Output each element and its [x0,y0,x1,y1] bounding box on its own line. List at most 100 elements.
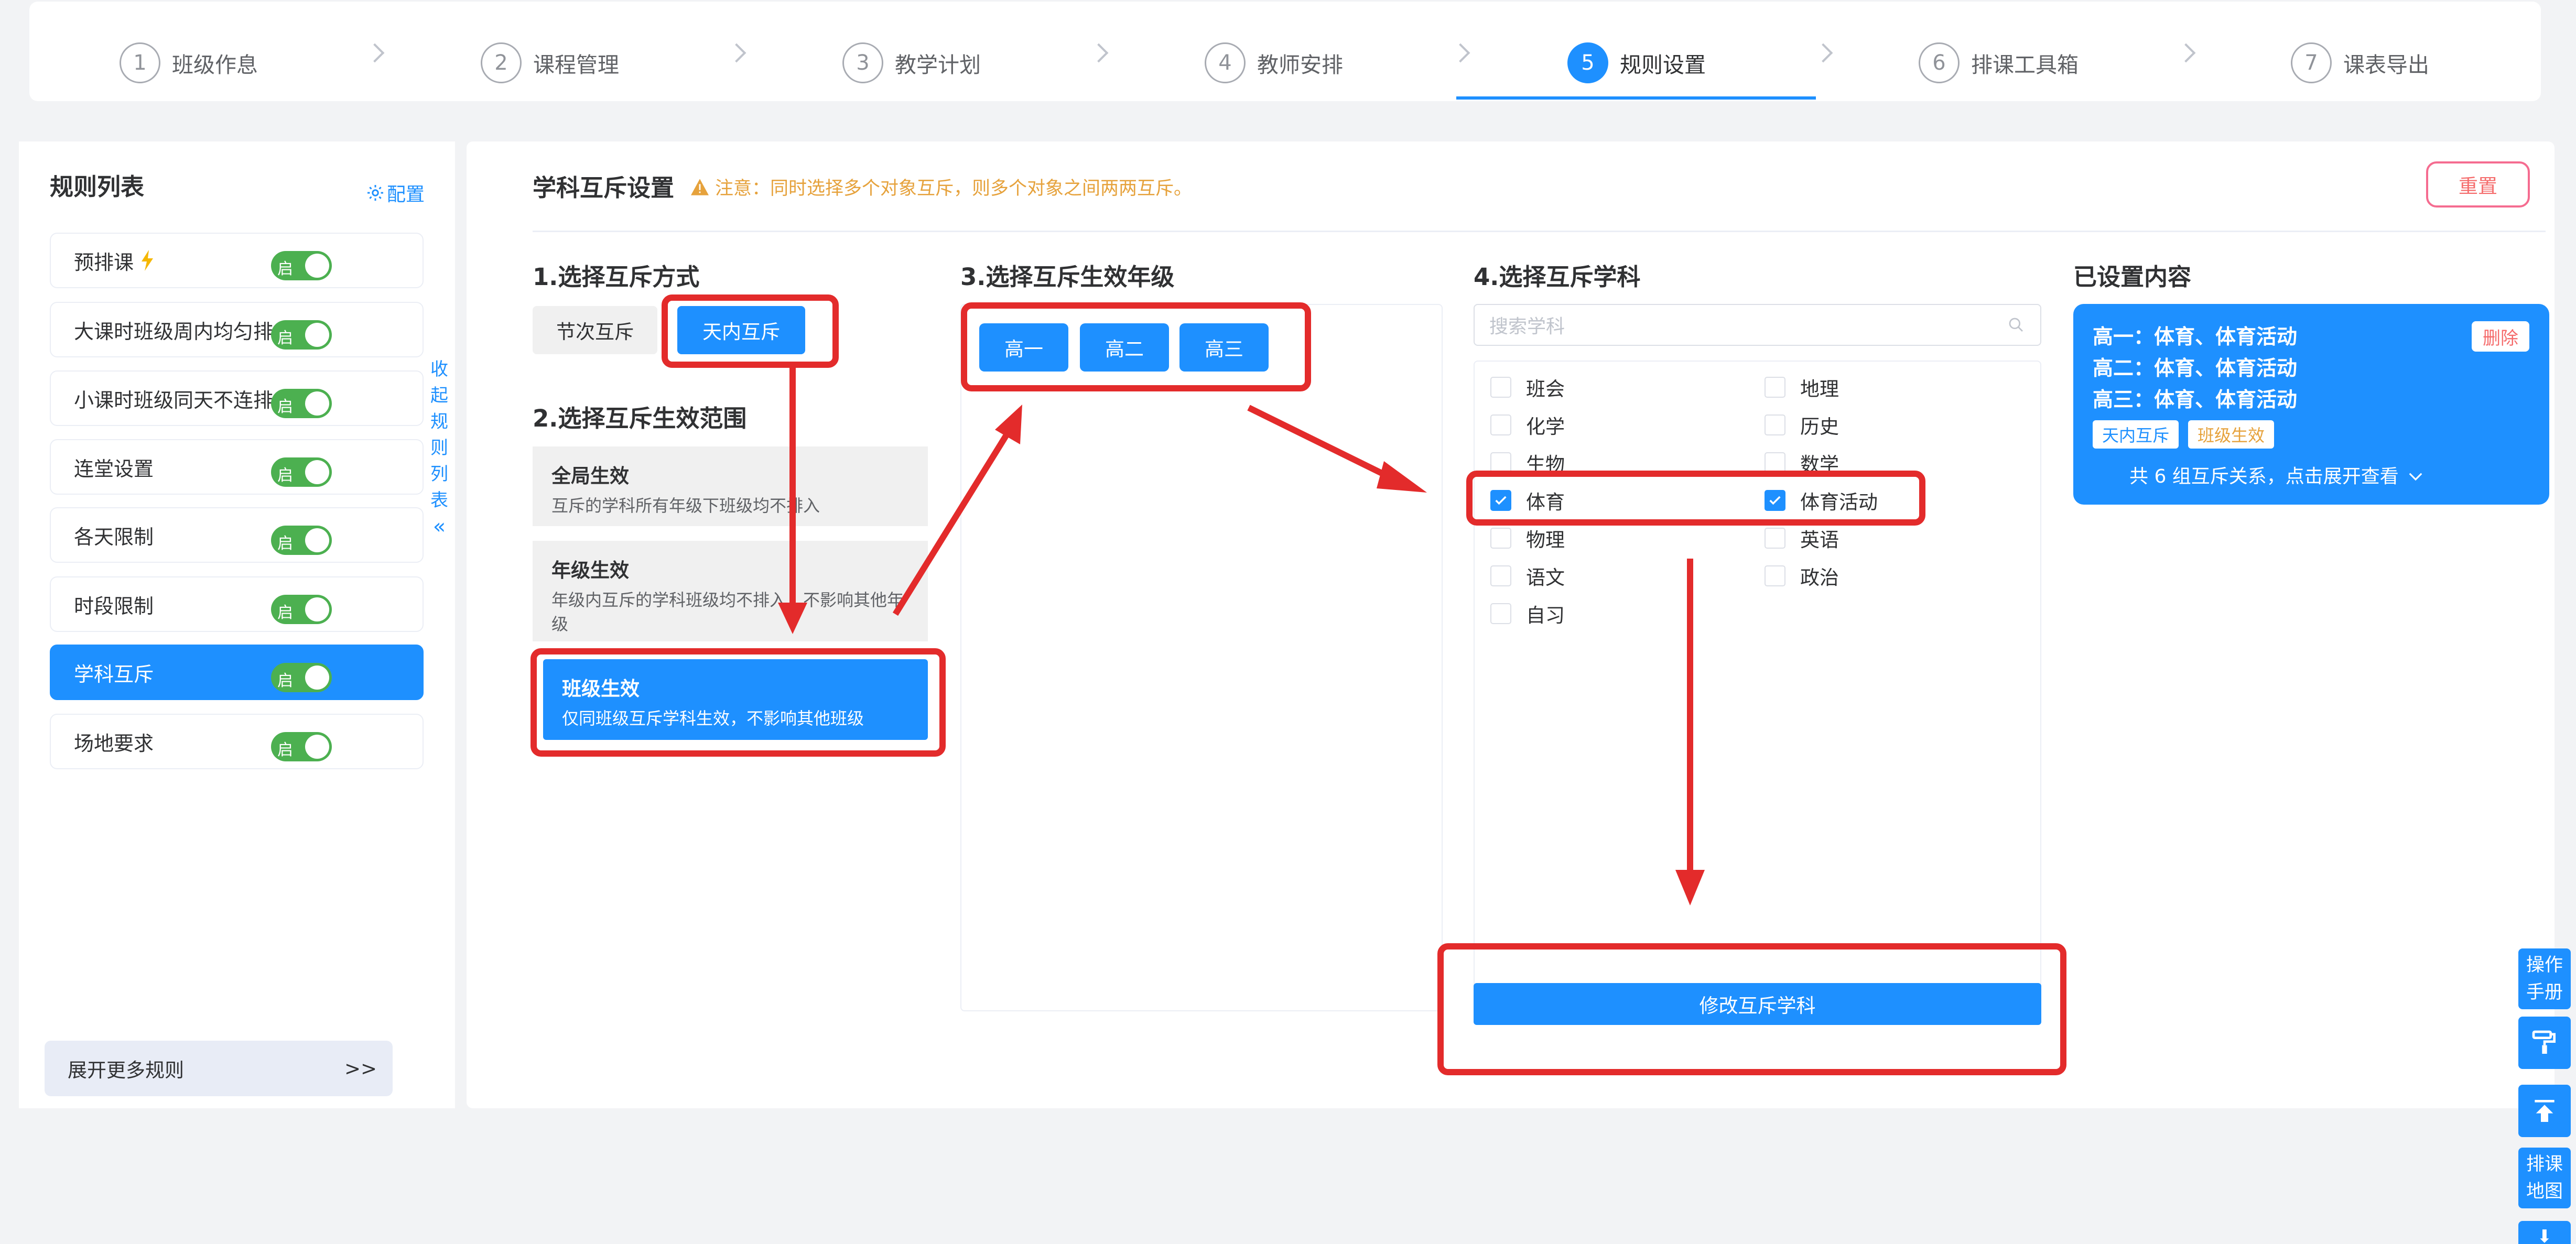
step-1[interactable]: 1 班级作息 [120,41,258,85]
warning-message: 注意：同时选择多个对象互斥，则多个对象之间两两互斥。 [691,173,1192,200]
step-6[interactable]: 6 排课工具箱 [1919,41,2079,85]
schedule-map-button[interactable]: 排课地图 [2518,1148,2571,1208]
rule-toggle[interactable]: 启 [271,663,332,692]
mode-period-mutex-button[interactable]: 节次互斥 [533,306,657,354]
step-number: 4 [1205,42,1246,83]
checkbox[interactable] [1490,565,1511,586]
scope-grade-option[interactable]: 年级生效 年级内互斥的学科班级均不排入，不影响其他年级 [533,541,928,641]
warning-text: 注意：同时选择多个对象互斥，则多个对象之间两两互斥。 [715,178,1193,199]
rule-toggle[interactable]: 启 [271,251,332,280]
step-5[interactable]: 5 规则设置 [1567,41,1706,85]
reset-button[interactable]: 重置 [2426,161,2530,208]
checkbox[interactable] [1490,603,1511,624]
rule-toggle[interactable]: 启 [271,320,332,350]
chevron-down-icon [2409,473,2422,481]
subject-checkbox-item[interactable]: 自习 [1490,599,1565,628]
checkbox[interactable] [1490,377,1511,398]
annotation-box-grades [961,302,1311,391]
configured-card[interactable]: 高一：体育、体育活动 高二：体育、体育活动 高三：体育、体育活动 删除 天内互斥… [2073,304,2549,505]
rule-item-period-limit[interactable]: 时段限制 启 [50,576,424,632]
search-icon [2009,318,2023,332]
rule-toggle[interactable]: 启 [271,526,332,555]
checkbox[interactable] [1765,528,1785,549]
rule-label: 时段限制 [74,594,154,618]
checkbox[interactable] [1765,565,1785,586]
rule-label: 各天限制 [74,525,154,549]
rule-toggle[interactable]: 启 [271,457,332,487]
subject-label: 班会 [1526,378,1565,400]
rule-item-no-consecutive[interactable]: 小课时班级同天不连排 启 [50,370,424,426]
summary-text: 共 6 组互斥关系，点击展开查看 [2129,466,2399,487]
back-to-top-button[interactable] [2518,1085,2571,1137]
rule-item-preschedule[interactable]: 预排课 启 [50,233,424,288]
subject-checkbox-item[interactable]: 政治 [1765,562,1839,590]
checkbox[interactable] [1490,414,1511,435]
subject-checkbox-item[interactable]: 语文 [1490,562,1565,590]
section-subject-title: 4.选择互斥学科 [1474,263,1641,291]
subject-checkbox-item[interactable]: 地理 [1765,373,1839,401]
step-2[interactable]: 2 课程管理 [481,41,619,85]
active-step-underline [1456,96,1816,100]
scope-desc: 年级内互斥的学科班级均不排入，不影响其他年级 [551,590,904,634]
tag-class-scope: 班级生效 [2188,420,2274,449]
double-chevron-right-icon: >> [344,1057,377,1080]
rule-item-venue[interactable]: 场地要求 启 [50,714,424,769]
section-scope-title: 2.选择互斥生效范围 [533,405,747,432]
step-number: 2 [481,42,522,83]
checkbox[interactable] [1490,452,1511,473]
checkbox[interactable] [1765,377,1785,398]
subject-label: 物理 [1526,529,1565,551]
annotation-box-modify [1437,943,2066,1075]
step-7[interactable]: 7 课表导出 [2291,41,2429,85]
subject-label: 历史 [1800,416,1839,438]
warning-icon [691,178,709,195]
step-label: 教师安排 [1257,52,1343,78]
rule-toggle[interactable]: 启 [271,595,332,624]
collapse-label: 收起规则列表 [430,359,448,511]
rule-item-subject-mutex[interactable]: 学科互斥 启 [50,645,424,700]
rule-toggle[interactable]: 启 [271,732,332,761]
checkbox[interactable] [1765,452,1785,473]
rule-item-daily-limit[interactable]: 各天限制 启 [50,507,424,563]
step-4[interactable]: 4 教师安排 [1205,41,1343,85]
lightning-icon [142,250,154,271]
step-number: 3 [842,42,883,83]
checkbox[interactable] [1765,414,1785,435]
section-grade-title: 3.选择互斥生效年级 [960,263,1175,291]
more-tool-button[interactable]: ⬇ [2518,1221,2571,1244]
subject-checkbox-item[interactable]: 班会 [1490,373,1565,401]
subject-checkbox-item[interactable]: 历史 [1765,411,1839,439]
subject-checkbox-item[interactable]: 物理 [1490,524,1565,552]
scope-desc: 互斥的学科所有年级下班级均不排入 [551,496,820,516]
rule-label: 连堂设置 [74,457,154,481]
subject-label: 政治 [1800,566,1839,589]
manual-button[interactable]: 操作手册 [2518,948,2571,1009]
subject-label: 化学 [1526,416,1565,438]
collapse-rules-toggle[interactable]: 收起规则列表 « [430,356,449,541]
scope-title: 年级生效 [551,559,629,582]
step-number: 7 [2291,42,2332,83]
subject-search-input[interactable]: 搜索学科 [1474,304,2041,346]
paint-roller-button[interactable] [2518,1017,2571,1069]
divider [533,231,2546,232]
rule-item-double-period[interactable]: 连堂设置 启 [50,439,424,495]
rule-label: 大课时班级周内均匀排 [74,320,274,343]
step-label: 班级作息 [172,52,258,78]
rule-toggle[interactable]: 启 [271,389,332,418]
step-3[interactable]: 3 教学计划 [842,41,981,85]
step-label: 课表导出 [2343,52,2429,78]
subject-checkbox-item[interactable]: 英语 [1765,524,1839,552]
expand-summary[interactable]: 共 6 组互斥关系，点击展开查看 [2129,461,2423,488]
rule-label: 学科互斥 [74,662,154,686]
rule-item-weekly-even[interactable]: 大课时班级周内均匀排 启 [50,302,424,357]
config-link[interactable]: 配置 [366,179,425,206]
expand-more-rules-button[interactable]: 展开更多规则 >> [45,1041,393,1096]
subject-checkbox-item[interactable]: 化学 [1490,411,1565,439]
delete-button[interactable]: 删除 [2472,321,2529,352]
checkbox[interactable] [1490,528,1511,549]
subject-label: 英语 [1800,529,1839,551]
scope-global-option[interactable]: 全局生效 互斥的学科所有年级下班级均不排入 [533,446,928,526]
configured-line: 高二：体育、体育活动 [2093,357,2298,380]
arrow-down-icon: ⬇ [2537,1226,2552,1244]
step-label: 规则设置 [1620,52,1706,78]
